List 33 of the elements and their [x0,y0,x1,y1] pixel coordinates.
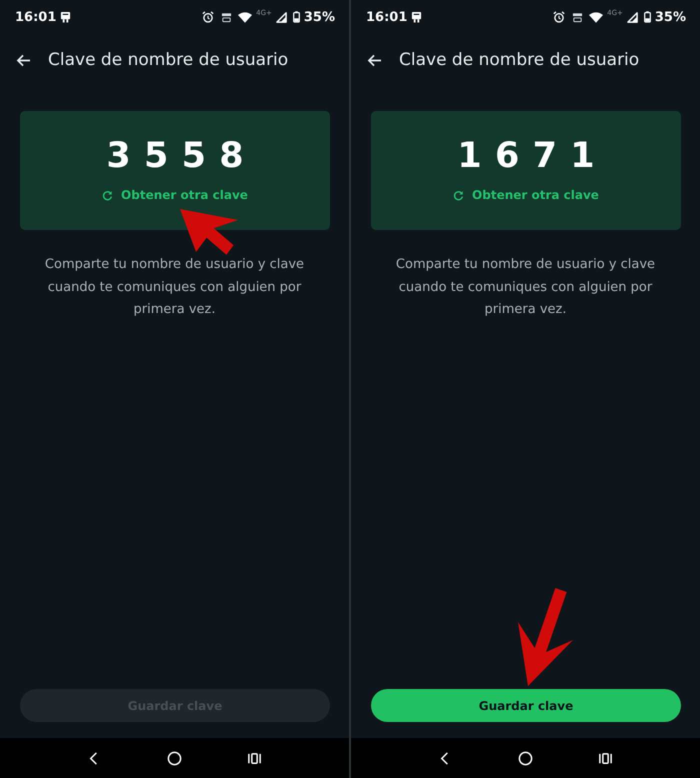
new-code-link[interactable]: Obtener otra clave [453,188,599,202]
home-icon[interactable] [166,750,182,766]
screen-title: Clave de nombre de usuario [399,50,640,70]
new-code-link[interactable]: Obtener otra clave [102,188,248,202]
status-time: 16:01 [15,10,56,24]
notification-icon [411,11,422,23]
volte-icon [572,12,584,22]
status-time: 16:01 [366,10,408,24]
refresh-icon [102,190,114,200]
home-icon[interactable] [518,750,533,766]
wifi-icon [238,12,252,22]
alarm-icon [202,11,214,23]
volte-icon [221,12,232,22]
username-code: 1671 [456,139,608,174]
back-arrow-icon[interactable] [16,54,31,66]
battery-level: 35% [304,10,335,24]
notification-icon [60,11,72,23]
battery-icon [644,11,651,23]
save-button[interactable]: Guardar clave [371,689,681,722]
alarm-icon [553,11,566,23]
recent-apps-icon[interactable] [246,750,262,766]
screen-title: Clave de nombre de usuario [48,50,288,70]
description-text: Comparte tu nombre de usuario y clave cuando te comuniques con alguien por primera vez. [394,256,656,319]
recent-apps-icon[interactable] [598,750,613,766]
wifi-icon [589,12,604,22]
refresh-icon [453,190,464,200]
username-code: 3558 [105,139,257,174]
signal-icon [626,12,638,22]
description-text: Comparte tu nombre de usuario y clave cuando te comuniques con alguien por primera vez. [44,256,306,319]
battery-icon [292,11,300,23]
battery-level: 35% [654,10,686,24]
signal-icon [276,12,287,22]
back-arrow-icon[interactable] [367,54,382,66]
